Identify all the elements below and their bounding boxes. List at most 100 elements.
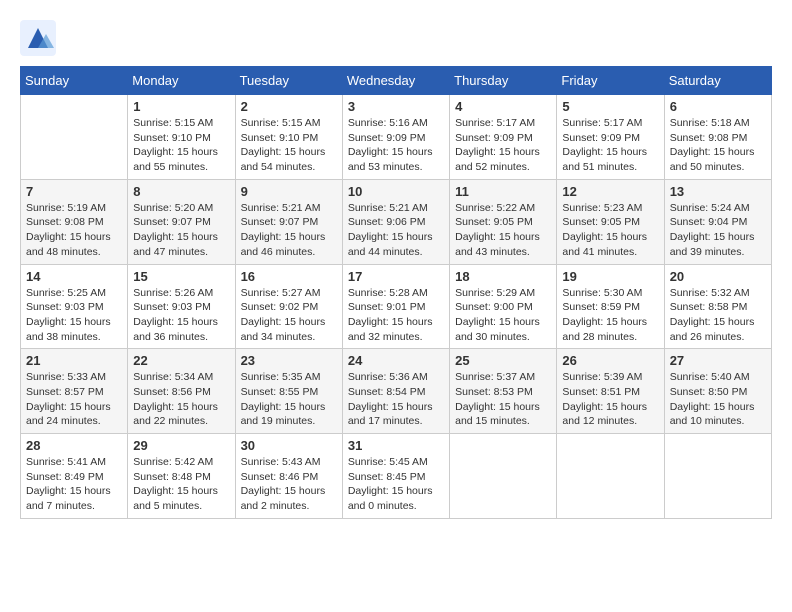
- calendar-cell: 4 Sunrise: 5:17 AM Sunset: 9:09 PM Daylig…: [450, 95, 557, 180]
- calendar-cell: 21 Sunrise: 5:33 AM Sunset: 8:57 PM Dayli…: [21, 349, 128, 434]
- day-number: 12: [562, 184, 658, 199]
- day-number: 31: [348, 438, 444, 453]
- calendar-cell: 11 Sunrise: 5:22 AM Sunset: 9:05 PM Dayli…: [450, 179, 557, 264]
- calendar-cell: 26 Sunrise: 5:39 AM Sunset: 8:51 PM Dayli…: [557, 349, 664, 434]
- cell-content: Sunrise: 5:23 AM Sunset: 9:05 PM Dayligh…: [562, 201, 658, 260]
- day-number: 23: [241, 353, 337, 368]
- calendar-cell: 28Sunrise: 5:41 AM Sunset: 8:49 PM Dayli…: [21, 434, 128, 519]
- day-number: 20: [670, 269, 766, 284]
- calendar-cell: 31 Sunrise: 5:45 AM Sunset: 8:45 PM Dayli…: [342, 434, 449, 519]
- cell-content: Sunrise: 5:16 AM Sunset: 9:09 PM Dayligh…: [348, 116, 444, 175]
- cell-content: Sunrise: 5:27 AM Sunset: 9:02 PM Dayligh…: [241, 286, 337, 345]
- calendar-week-3: 14 Sunrise: 5:25 AM Sunset: 9:03 PM Dayli…: [21, 264, 772, 349]
- day-number: 2: [241, 99, 337, 114]
- cell-content: Sunrise: 5:43 AM Sunset: 8:46 PM Dayligh…: [241, 455, 337, 514]
- calendar-cell: 22 Sunrise: 5:34 AM Sunset: 8:56 PM Dayli…: [128, 349, 235, 434]
- day-number: 24: [348, 353, 444, 368]
- cell-content: Sunrise: 5:40 AM Sunset: 8:50 PM Dayligh…: [670, 370, 766, 429]
- calendar-week-4: 21 Sunrise: 5:33 AM Sunset: 8:57 PM Dayli…: [21, 349, 772, 434]
- calendar-cell: 20 Sunrise: 5:32 AM Sunset: 8:58 PM Dayli…: [664, 264, 771, 349]
- day-number: 15: [133, 269, 229, 284]
- cell-content: Sunrise: 5:37 AM Sunset: 8:53 PM Dayligh…: [455, 370, 551, 429]
- cell-content: Sunrise: 5:24 AM Sunset: 9:04 PM Dayligh…: [670, 201, 766, 260]
- calendar-cell: 27Sunrise: 5:40 AM Sunset: 8:50 PM Dayli…: [664, 349, 771, 434]
- calendar-header-row: SundayMondayTuesdayWednesdayThursdayFrid…: [21, 67, 772, 95]
- day-number: 22: [133, 353, 229, 368]
- day-number: 7: [26, 184, 122, 199]
- cell-content: Sunrise: 5:45 AM Sunset: 8:45 PM Dayligh…: [348, 455, 444, 514]
- calendar-cell: 6Sunrise: 5:18 AM Sunset: 9:08 PM Daylig…: [664, 95, 771, 180]
- day-number: 5: [562, 99, 658, 114]
- calendar-cell: 13 Sunrise: 5:24 AM Sunset: 9:04 PM Dayli…: [664, 179, 771, 264]
- cell-content: Sunrise: 5:15 AM Sunset: 9:10 PM Dayligh…: [241, 116, 337, 175]
- cell-content: Sunrise: 5:33 AM Sunset: 8:57 PM Dayligh…: [26, 370, 122, 429]
- calendar-cell: 23 Sunrise: 5:35 AM Sunset: 8:55 PM Dayli…: [235, 349, 342, 434]
- calendar-cell: 2 Sunrise: 5:15 AM Sunset: 9:10 PM Daylig…: [235, 95, 342, 180]
- day-number: 13: [670, 184, 766, 199]
- weekday-header-monday: Monday: [128, 67, 235, 95]
- calendar-cell: 14 Sunrise: 5:25 AM Sunset: 9:03 PM Dayli…: [21, 264, 128, 349]
- day-number: 21: [26, 353, 122, 368]
- calendar-week-5: 28Sunrise: 5:41 AM Sunset: 8:49 PM Dayli…: [21, 434, 772, 519]
- day-number: 26: [562, 353, 658, 368]
- day-number: 8: [133, 184, 229, 199]
- cell-content: Sunrise: 5:36 AM Sunset: 8:54 PM Dayligh…: [348, 370, 444, 429]
- calendar-cell: 30 Sunrise: 5:43 AM Sunset: 8:46 PM Dayli…: [235, 434, 342, 519]
- cell-content: Sunrise: 5:32 AM Sunset: 8:58 PM Dayligh…: [670, 286, 766, 345]
- day-number: 18: [455, 269, 551, 284]
- day-number: 29: [133, 438, 229, 453]
- cell-content: Sunrise: 5:20 AM Sunset: 9:07 PM Dayligh…: [133, 201, 229, 260]
- calendar-cell: 7 Sunrise: 5:19 AM Sunset: 9:08 PM Daylig…: [21, 179, 128, 264]
- day-number: 17: [348, 269, 444, 284]
- logo-icon: [20, 20, 56, 56]
- calendar-cell: 3 Sunrise: 5:16 AM Sunset: 9:09 PM Daylig…: [342, 95, 449, 180]
- weekday-header-saturday: Saturday: [664, 67, 771, 95]
- calendar-week-2: 7 Sunrise: 5:19 AM Sunset: 9:08 PM Daylig…: [21, 179, 772, 264]
- calendar-cell: 17Sunrise: 5:28 AM Sunset: 9:01 PM Dayli…: [342, 264, 449, 349]
- calendar-cell: 16 Sunrise: 5:27 AM Sunset: 9:02 PM Dayli…: [235, 264, 342, 349]
- calendar-cell: 29 Sunrise: 5:42 AM Sunset: 8:48 PM Dayli…: [128, 434, 235, 519]
- calendar-cell: 1Sunrise: 5:15 AM Sunset: 9:10 PM Daylig…: [128, 95, 235, 180]
- calendar-cell: 19 Sunrise: 5:30 AM Sunset: 8:59 PM Dayli…: [557, 264, 664, 349]
- logo: [20, 20, 62, 56]
- cell-content: Sunrise: 5:17 AM Sunset: 9:09 PM Dayligh…: [455, 116, 551, 175]
- calendar-cell: 12 Sunrise: 5:23 AM Sunset: 9:05 PM Dayli…: [557, 179, 664, 264]
- day-number: 14: [26, 269, 122, 284]
- cell-content: Sunrise: 5:18 AM Sunset: 9:08 PM Dayligh…: [670, 116, 766, 175]
- cell-content: Sunrise: 5:35 AM Sunset: 8:55 PM Dayligh…: [241, 370, 337, 429]
- weekday-header-wednesday: Wednesday: [342, 67, 449, 95]
- day-number: 30: [241, 438, 337, 453]
- calendar-cell: [557, 434, 664, 519]
- calendar-week-1: 1Sunrise: 5:15 AM Sunset: 9:10 PM Daylig…: [21, 95, 772, 180]
- day-number: 4: [455, 99, 551, 114]
- cell-content: Sunrise: 5:22 AM Sunset: 9:05 PM Dayligh…: [455, 201, 551, 260]
- cell-content: Sunrise: 5:39 AM Sunset: 8:51 PM Dayligh…: [562, 370, 658, 429]
- cell-content: Sunrise: 5:34 AM Sunset: 8:56 PM Dayligh…: [133, 370, 229, 429]
- weekday-header-friday: Friday: [557, 67, 664, 95]
- day-number: 10: [348, 184, 444, 199]
- calendar-cell: [664, 434, 771, 519]
- cell-content: Sunrise: 5:21 AM Sunset: 9:07 PM Dayligh…: [241, 201, 337, 260]
- cell-content: Sunrise: 5:30 AM Sunset: 8:59 PM Dayligh…: [562, 286, 658, 345]
- weekday-header-sunday: Sunday: [21, 67, 128, 95]
- day-number: 19: [562, 269, 658, 284]
- calendar-cell: 9Sunrise: 5:21 AM Sunset: 9:07 PM Daylig…: [235, 179, 342, 264]
- day-number: 11: [455, 184, 551, 199]
- weekday-header-tuesday: Tuesday: [235, 67, 342, 95]
- page-header: [20, 20, 772, 56]
- cell-content: Sunrise: 5:17 AM Sunset: 9:09 PM Dayligh…: [562, 116, 658, 175]
- cell-content: Sunrise: 5:25 AM Sunset: 9:03 PM Dayligh…: [26, 286, 122, 345]
- day-number: 3: [348, 99, 444, 114]
- weekday-header-thursday: Thursday: [450, 67, 557, 95]
- calendar-cell: 5 Sunrise: 5:17 AM Sunset: 9:09 PM Daylig…: [557, 95, 664, 180]
- day-number: 16: [241, 269, 337, 284]
- cell-content: Sunrise: 5:42 AM Sunset: 8:48 PM Dayligh…: [133, 455, 229, 514]
- calendar-table: SundayMondayTuesdayWednesdayThursdayFrid…: [20, 66, 772, 519]
- cell-content: Sunrise: 5:26 AM Sunset: 9:03 PM Dayligh…: [133, 286, 229, 345]
- cell-content: Sunrise: 5:19 AM Sunset: 9:08 PM Dayligh…: [26, 201, 122, 260]
- calendar-cell: 24 Sunrise: 5:36 AM Sunset: 8:54 PM Dayli…: [342, 349, 449, 434]
- cell-content: Sunrise: 5:41 AM Sunset: 8:49 PM Dayligh…: [26, 455, 122, 514]
- calendar-cell: 10Sunrise: 5:21 AM Sunset: 9:06 PM Dayli…: [342, 179, 449, 264]
- day-number: 25: [455, 353, 551, 368]
- calendar-cell: [450, 434, 557, 519]
